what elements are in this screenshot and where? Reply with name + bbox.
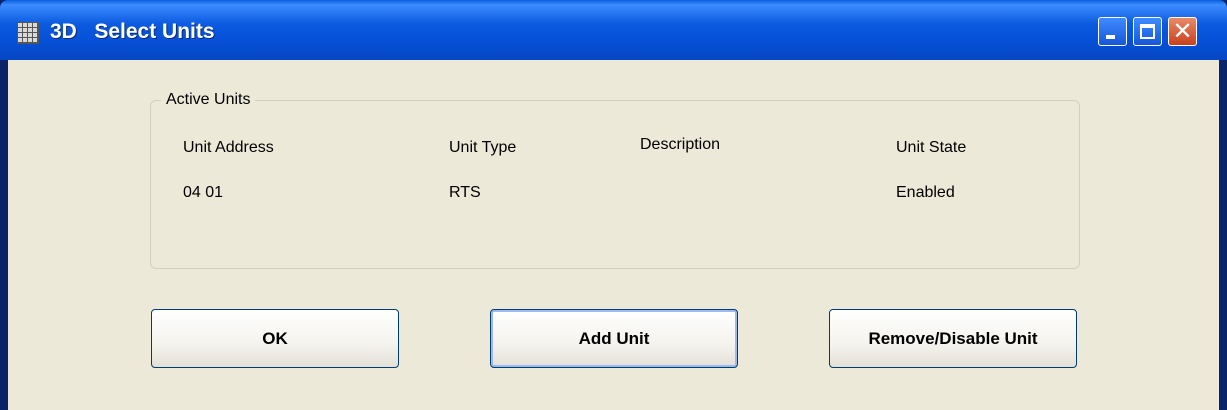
column-header-description: Description <box>640 136 721 153</box>
maximize-icon <box>1140 24 1155 39</box>
add-unit-button[interactable]: Add Unit <box>490 309 738 368</box>
dialog-window: 3D Select Units ✕ Active Units Unit Addr… <box>0 0 1227 410</box>
cell-unit-address: 04 01 <box>183 184 224 201</box>
ok-button[interactable]: OK <box>151 309 399 368</box>
app-grid-icon[interactable] <box>17 22 39 44</box>
close-button[interactable]: ✕ <box>1168 17 1197 46</box>
maximize-button[interactable] <box>1133 17 1162 46</box>
column-header-unit-type: Unit Type <box>449 139 517 156</box>
minimize-button[interactable] <box>1098 17 1127 46</box>
cell-unit-state: Enabled <box>896 184 955 201</box>
dialog-body: Active Units Unit Address Unit Type Desc… <box>8 60 1219 410</box>
remove-disable-unit-button[interactable]: Remove/Disable Unit <box>829 309 1077 368</box>
close-icon: ✕ <box>1172 17 1193 45</box>
cell-unit-type: RTS <box>449 184 481 201</box>
minimize-icon <box>1106 35 1115 39</box>
group-title: Active Units <box>161 91 256 109</box>
title-bar[interactable]: 3D Select Units ✕ <box>0 0 1227 60</box>
window-title: 3D Select Units <box>50 20 215 43</box>
column-header-unit-address: Unit Address <box>183 139 274 156</box>
active-units-group: Active Units Unit Address Unit Type Desc… <box>150 91 1080 269</box>
column-header-unit-state: Unit State <box>896 139 967 156</box>
